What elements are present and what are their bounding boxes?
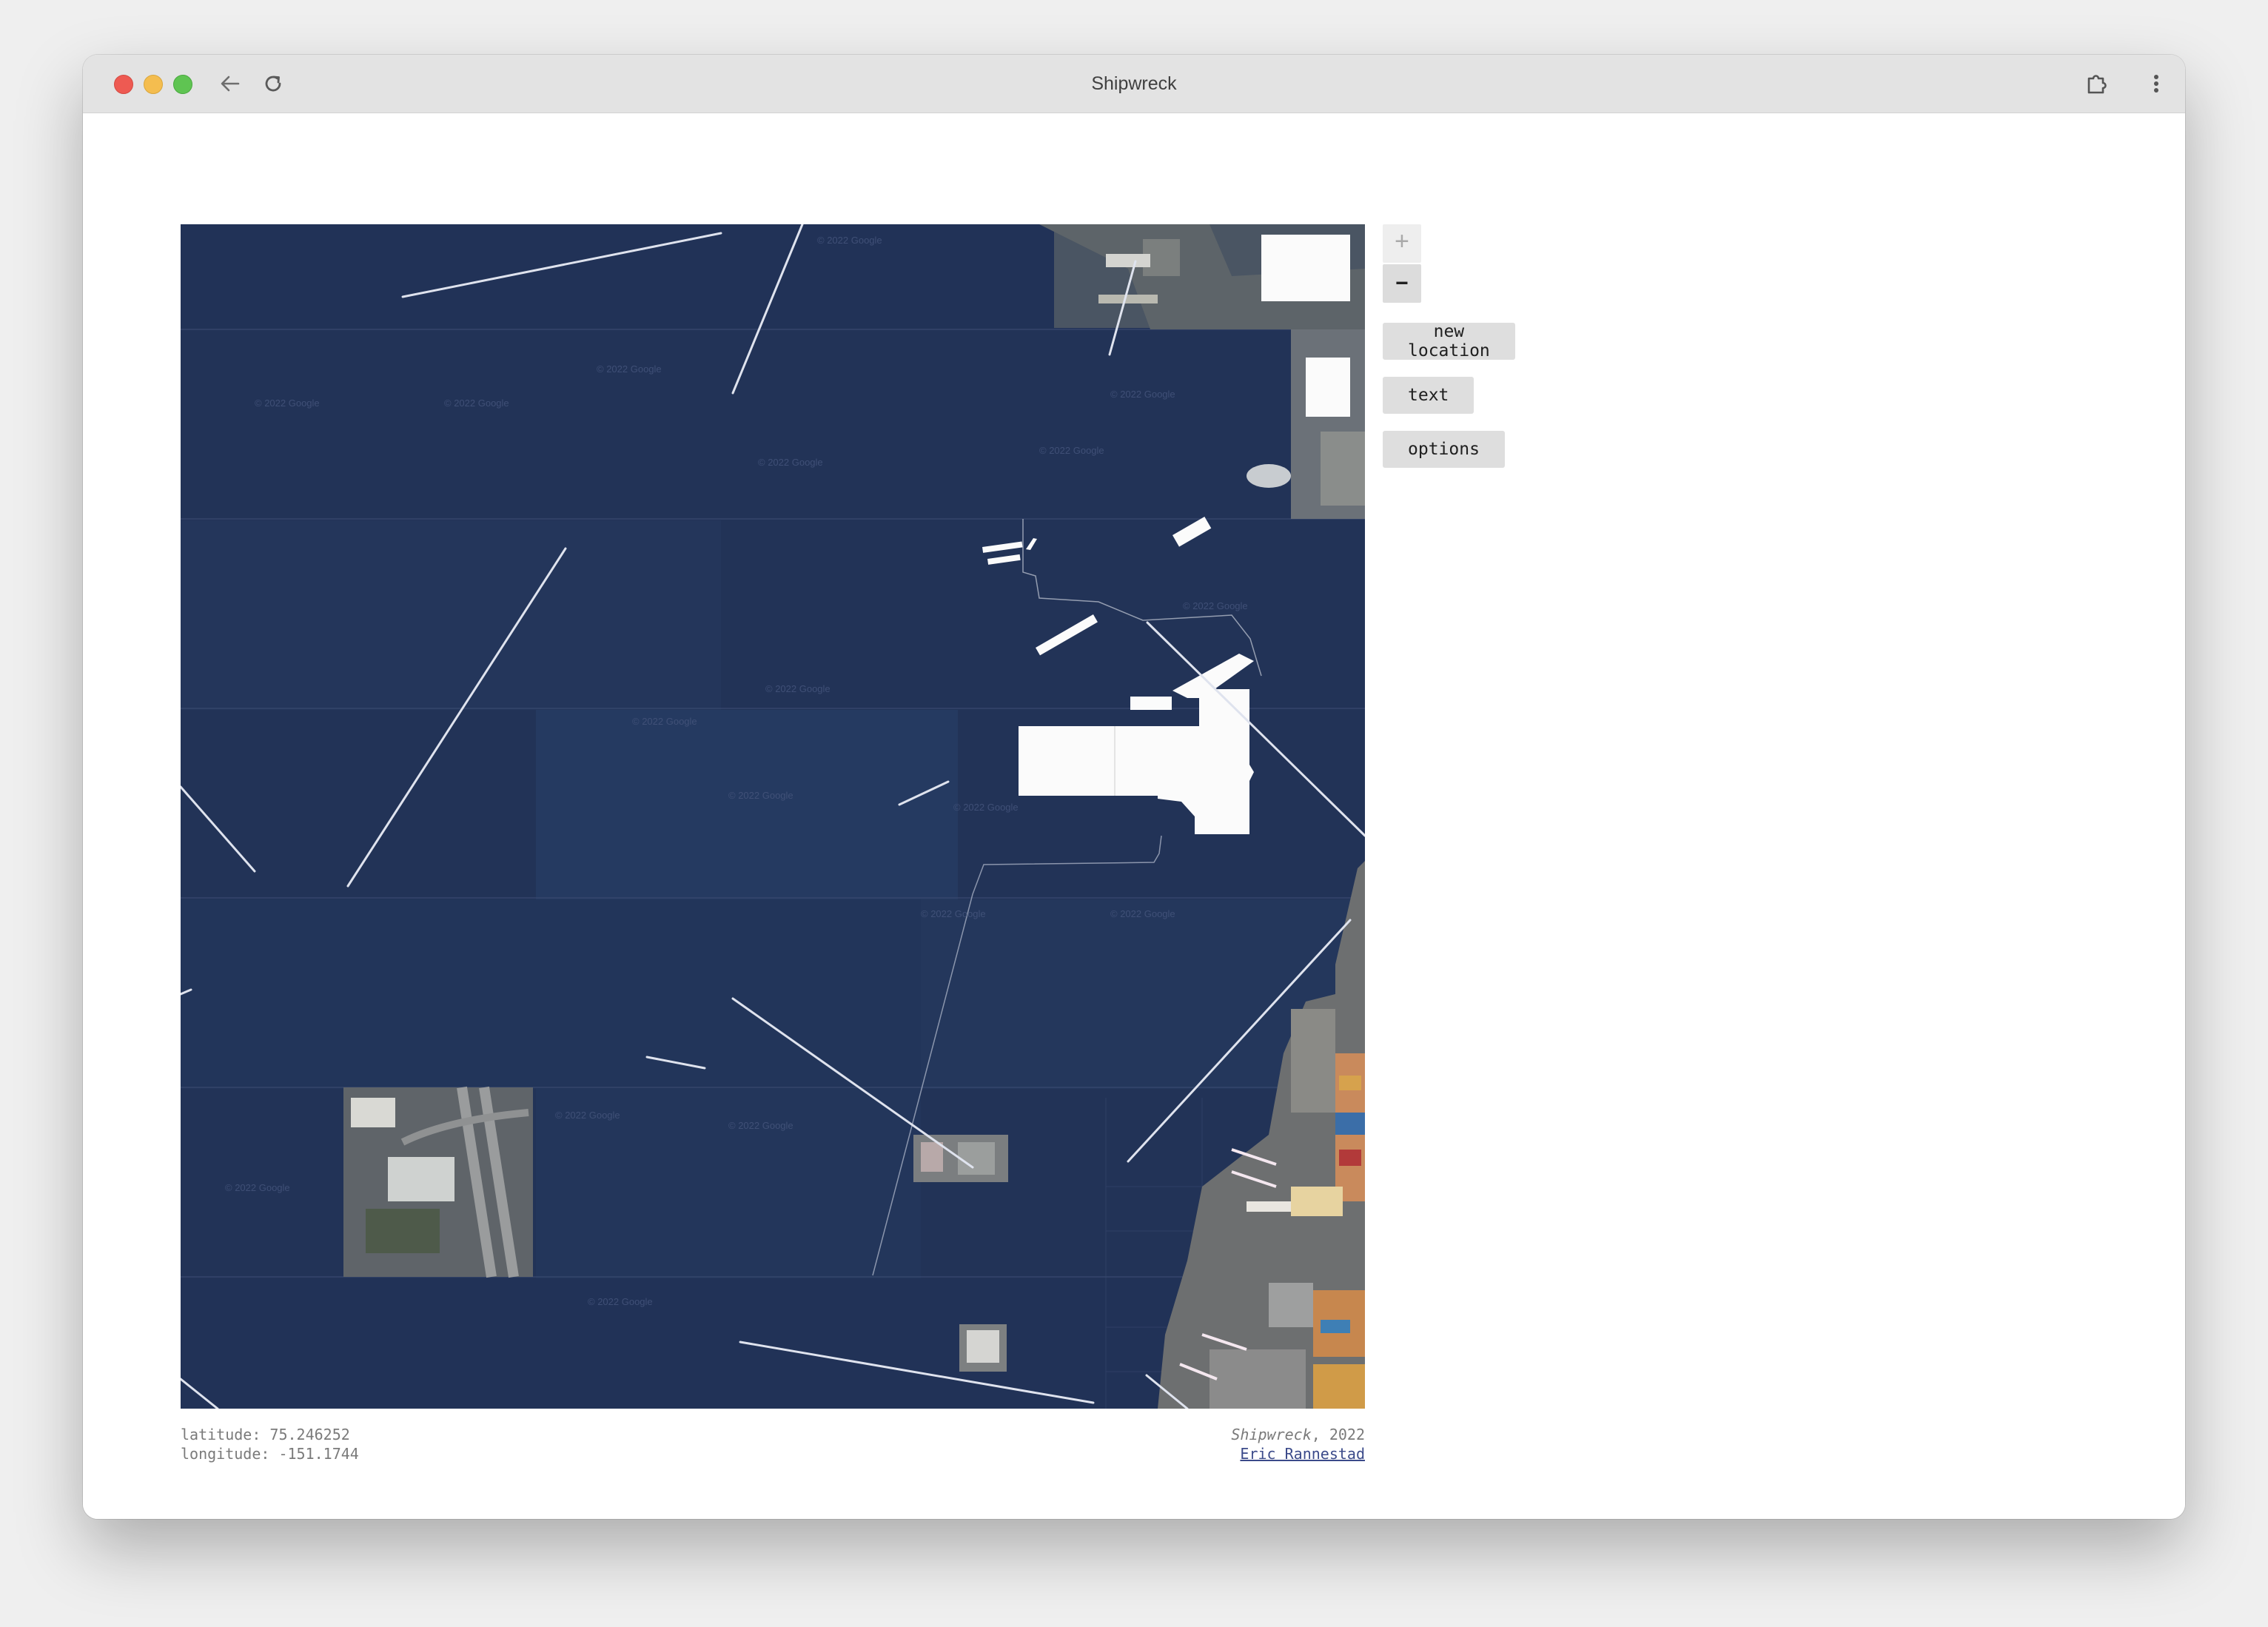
browser-window: Shipwreck © 2022 Google © 2022 Google © … — [83, 55, 2185, 1519]
svg-text:© 2022 Google: © 2022 Google — [555, 1110, 620, 1121]
vertical-dots-menu-icon — [2154, 75, 2158, 93]
artwork-credit: Shipwreck, 2022 Eric Rannestad — [1231, 1425, 1365, 1463]
author-link[interactable]: Eric Rannestad — [1240, 1445, 1365, 1463]
svg-text:© 2022 Google: © 2022 Google — [728, 790, 794, 801]
svg-text:© 2022 Google: © 2022 Google — [1110, 908, 1175, 919]
puzzle-extension-icon — [2087, 75, 2107, 94]
svg-text:© 2022 Google: © 2022 Google — [765, 683, 831, 694]
coordinates-readout: latitude: 75.246252 longitude: -151.1744 — [181, 1425, 359, 1463]
longitude-value: -151.1744 — [278, 1445, 359, 1463]
svg-text:© 2022 Google: © 2022 Google — [225, 1182, 290, 1193]
svg-text:© 2022 Google: © 2022 Google — [1110, 389, 1175, 400]
extensions-button[interactable] — [2081, 68, 2113, 99]
new-location-button[interactable]: new location — [1383, 322, 1515, 360]
map-watermark: © 2022 Google — [817, 235, 882, 246]
work-year: , 2022 — [1311, 1426, 1365, 1443]
text-button[interactable]: text — [1383, 377, 1474, 414]
svg-text:© 2022 Google: © 2022 Google — [758, 457, 823, 468]
svg-text:© 2022 Google: © 2022 Google — [632, 716, 697, 727]
options-button[interactable]: options — [1383, 431, 1505, 468]
latitude-line: latitude: 75.246252 — [181, 1425, 359, 1444]
latitude-value: 75.246252 — [269, 1426, 350, 1443]
page-content: © 2022 Google © 2022 Google © 2022 Googl… — [83, 113, 2185, 1519]
svg-text:© 2022 Google: © 2022 Google — [444, 397, 509, 409]
longitude-label: longitude: — [181, 1445, 270, 1463]
desktop-background: Shipwreck © 2022 Google © 2022 Google © … — [0, 0, 2268, 1627]
browser-menu-button[interactable] — [2141, 68, 2172, 99]
latitude-label: latitude: — [181, 1426, 261, 1443]
svg-text:© 2022 Google: © 2022 Google — [255, 397, 320, 409]
svg-text:© 2022 Google: © 2022 Google — [728, 1120, 794, 1131]
work-title: Shipwreck — [1231, 1426, 1312, 1443]
svg-text:© 2022 Google: © 2022 Google — [921, 908, 986, 919]
zoom-out-button[interactable]: – — [1383, 264, 1421, 303]
map-canvas: © 2022 Google © 2022 Google © 2022 Googl… — [181, 224, 1365, 1409]
svg-text:© 2022 Google: © 2022 Google — [1183, 600, 1248, 611]
longitude-line: longitude: -151.1744 — [181, 1444, 359, 1463]
svg-text:© 2022 Google: © 2022 Google — [1039, 445, 1104, 456]
satellite-map[interactable]: © 2022 Google © 2022 Google © 2022 Googl… — [181, 224, 1365, 1409]
svg-text:© 2022 Google: © 2022 Google — [953, 802, 1019, 813]
svg-text:© 2022 Google: © 2022 Google — [588, 1296, 653, 1307]
title-bar: Shipwreck — [83, 55, 2185, 113]
window-title: Shipwreck — [1091, 73, 1177, 94]
work-title-line: Shipwreck, 2022 — [1231, 1425, 1365, 1444]
zoom-in-button[interactable]: + — [1383, 224, 1421, 263]
svg-text:© 2022 Google: © 2022 Google — [597, 363, 662, 375]
